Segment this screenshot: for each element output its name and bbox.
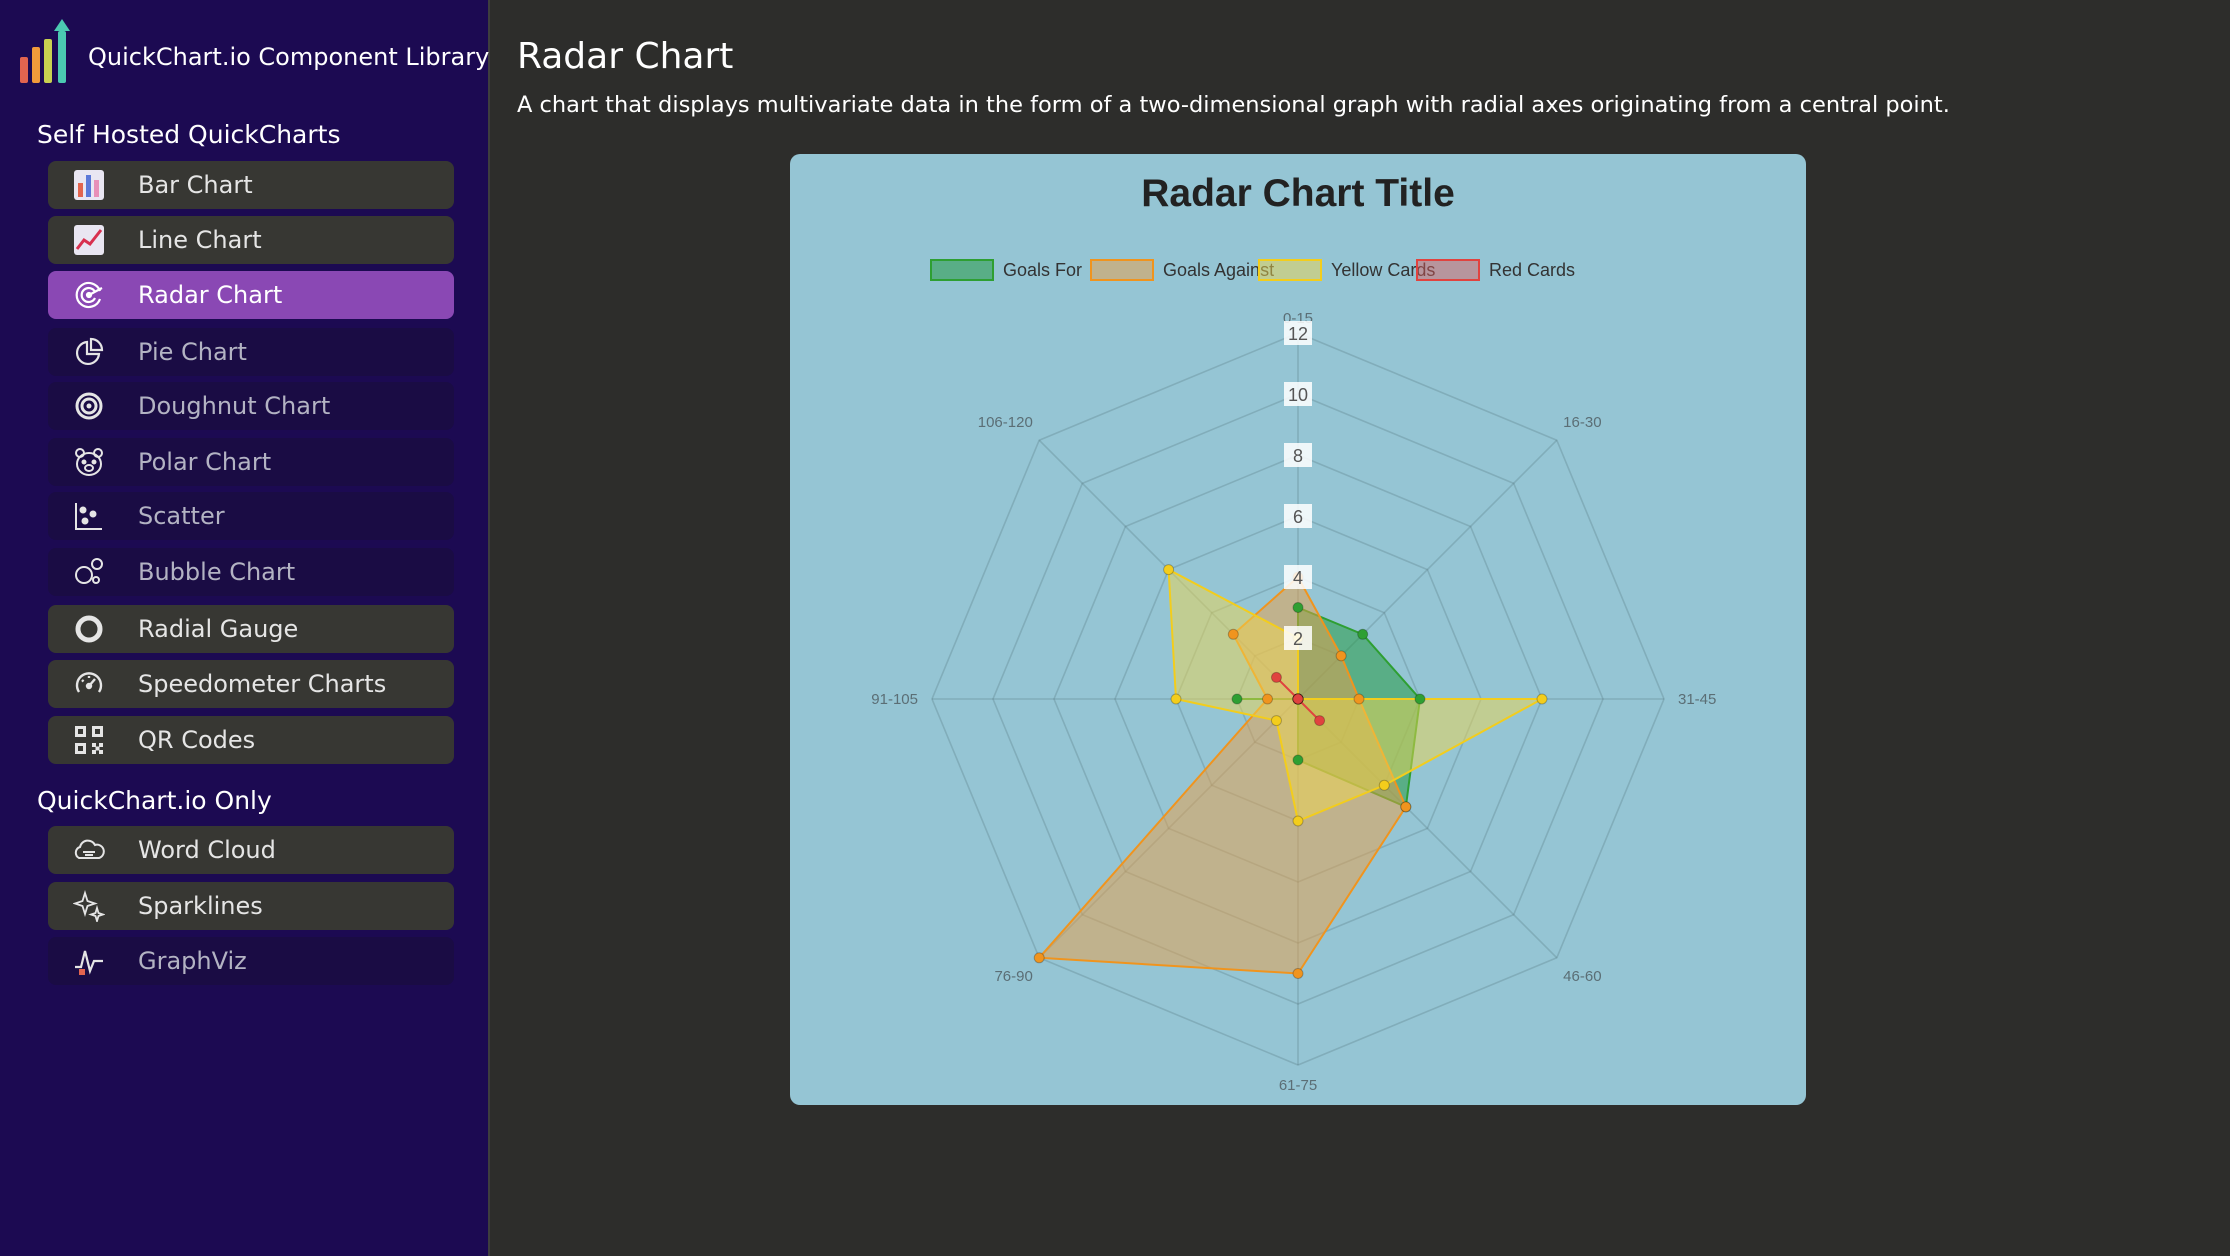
nav-item-radar-chart[interactable]: Radar Chart <box>48 271 454 319</box>
nav-item-qr-codes[interactable]: QR Codes <box>48 716 454 764</box>
data-point <box>1414 693 1426 705</box>
nav-item-label: Doughnut Chart <box>138 392 331 420</box>
tick-label: 4 <box>1293 568 1303 588</box>
polar-chart-icon <box>72 445 106 479</box>
data-point <box>1231 693 1243 705</box>
nav-item-label: Sparklines <box>138 892 263 920</box>
nav-item-label: Radial Gauge <box>138 615 299 643</box>
axis-label: 91-105 <box>871 691 918 708</box>
tick-label: 10 <box>1288 385 1308 405</box>
page-title: Radar Chart <box>517 36 734 77</box>
data-point <box>1170 693 1182 705</box>
nav-item-sparklines[interactable]: Sparklines <box>48 882 454 930</box>
tick-label: 8 <box>1293 446 1303 466</box>
legend-swatch <box>930 259 994 281</box>
data-point <box>1335 650 1347 662</box>
sidebar: QuickChart.io Component Library Self Hos… <box>0 0 490 1256</box>
legend-label: Goals Against <box>1163 260 1274 280</box>
nav-item-label: QR Codes <box>138 726 256 754</box>
scatter-icon <box>72 499 106 533</box>
axis-label: 16-30 <box>1563 414 1601 431</box>
data-point <box>1536 693 1548 705</box>
legend-swatch <box>1258 259 1322 281</box>
qr-code-icon <box>72 723 106 757</box>
data-point <box>1292 602 1304 613</box>
data-point <box>1400 801 1412 813</box>
quickchart-logo-icon <box>20 19 70 83</box>
tick-label: 12 <box>1288 324 1308 344</box>
data-point <box>1270 715 1282 727</box>
legend-swatch <box>1090 259 1154 281</box>
axis-label: 31-45 <box>1678 691 1716 708</box>
nav-item-label: Bubble Chart <box>138 558 296 586</box>
radial-gauge-icon <box>72 612 106 646</box>
legend-label: Red Cards <box>1489 260 1575 280</box>
data-point <box>1292 754 1304 766</box>
page-description: A chart that displays multivariate data … <box>517 92 1950 118</box>
nav-item-label: GraphViz <box>138 947 247 975</box>
bubble-chart-icon <box>72 555 106 589</box>
nav-item-bar-chart[interactable]: Bar Chart <box>48 161 454 209</box>
nav-item-radial-gauge[interactable]: Radial Gauge <box>48 605 454 653</box>
nav-item-label: Word Cloud <box>138 836 276 864</box>
axis-label: 106-120 <box>978 414 1033 431</box>
nav-item-polar-chart[interactable]: Polar Chart <box>48 438 454 486</box>
radar-chart: Radar Chart TitleGoals For Goals Against Y… <box>871 172 1716 1094</box>
data-point <box>1033 952 1045 964</box>
data-point <box>1270 671 1282 683</box>
data-point <box>1292 693 1304 705</box>
nav-item-label: Pie Chart <box>138 338 247 366</box>
nav-item-label: Line Chart <box>138 226 262 254</box>
graphviz-icon <box>72 944 106 978</box>
section-heading-self-hosted: Self Hosted QuickCharts <box>37 120 341 149</box>
nav-item-speedometer-charts[interactable]: Speedometer Charts <box>48 660 454 708</box>
nav-item-pie-chart[interactable]: Pie Chart <box>48 328 454 376</box>
nav-item-scatter[interactable]: Scatter <box>48 492 454 540</box>
nav-item-word-cloud[interactable]: Word Cloud <box>48 826 454 874</box>
legend-swatch <box>1416 259 1480 281</box>
nav-item-bubble-chart[interactable]: Bubble Chart <box>48 548 454 596</box>
bar-chart-icon <box>72 168 106 202</box>
data-point <box>1314 715 1326 727</box>
data-point <box>1262 693 1273 705</box>
data-point <box>1353 693 1365 705</box>
radar-chart-card: Radar Chart Title Goals For Goals Against Y… <box>790 154 1806 1105</box>
axis-label: 61-75 <box>1279 1077 1317 1094</box>
axis-label: 46-60 <box>1563 968 1601 985</box>
nav-item-label: Scatter <box>138 502 225 530</box>
section-heading-quickchart-only: QuickChart.io Only <box>37 786 272 815</box>
data-point <box>1163 564 1175 576</box>
axis-label: 76-90 <box>994 968 1032 985</box>
chart-title: Radar Chart Title <box>1141 172 1455 215</box>
line-chart-icon <box>72 223 106 257</box>
tick-label: 6 <box>1293 507 1303 527</box>
word-cloud-icon <box>72 833 106 867</box>
speedometer-icon <box>72 667 106 701</box>
data-point <box>1292 968 1304 979</box>
nav-item-line-chart[interactable]: Line Chart <box>48 216 454 264</box>
sparklines-icon <box>72 889 106 923</box>
data-point <box>1357 628 1369 640</box>
nav-item-label: Radar Chart <box>138 281 283 309</box>
data-point <box>1227 628 1239 640</box>
data-point <box>1292 815 1304 827</box>
nav-item-label: Polar Chart <box>138 448 272 476</box>
nav-item-doughnut-chart[interactable]: Doughnut Chart <box>48 382 454 430</box>
nav-item-graphviz[interactable]: GraphViz <box>48 937 454 985</box>
doughnut-chart-icon <box>72 389 106 423</box>
brand[interactable]: QuickChart.io Component Library <box>18 16 489 86</box>
nav-item-label: Speedometer Charts <box>138 670 387 698</box>
pie-chart-icon <box>72 335 106 369</box>
radar-chart-icon <box>72 278 106 312</box>
tick-label: 2 <box>1293 629 1303 649</box>
legend-label: Goals For <box>1003 260 1082 280</box>
data-point <box>1378 779 1390 791</box>
nav-item-label: Bar Chart <box>138 171 253 199</box>
brand-title: QuickChart.io Component Library <box>88 43 490 71</box>
